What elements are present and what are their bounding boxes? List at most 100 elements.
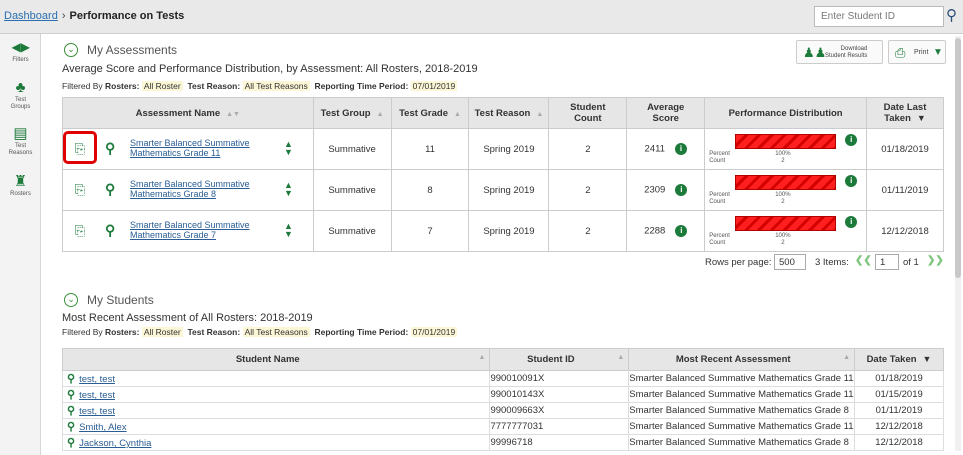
explore-magnifier-icon[interactable]: ⚲ xyxy=(67,405,75,417)
col-student-name[interactable]: Student Name ▲ xyxy=(61,348,491,371)
scrollbar-thumb[interactable] xyxy=(955,38,961,278)
test-grade-cell: 7 xyxy=(390,210,470,252)
date-cell: 01/15/2019 xyxy=(854,386,944,403)
explore-magnifier-icon[interactable]: ⚲ xyxy=(105,181,115,197)
info-icon[interactable]: i xyxy=(845,175,858,187)
info-icon[interactable]: i xyxy=(675,184,688,196)
vertical-scrollbar[interactable] xyxy=(955,36,961,451)
top-bar: Dashboard › Performance on Tests Enter Stu… xyxy=(0,0,963,34)
col-date-taken[interactable]: Date Taken ▼ xyxy=(854,348,944,371)
explore-magnifier-icon[interactable]: ⚲ xyxy=(67,437,75,449)
col-student-count[interactable]: Student Count xyxy=(548,97,628,129)
chevron-down-icon[interactable]: ⌄ xyxy=(64,293,78,307)
sort-icon: ▲▼ xyxy=(226,110,240,118)
table-row: ⚲ test, test 990010143X Smarter Balanced … xyxy=(61,386,944,403)
page-number-input[interactable]: 1 xyxy=(875,254,899,270)
performance-bar: i Percent Count 100% 2 xyxy=(705,170,866,210)
explore-magnifier-icon[interactable]: ⚲ xyxy=(67,373,75,385)
col-test-reason[interactable]: Test Reason ▲ xyxy=(468,97,550,129)
students-subtitle: Most Recent Assessment of All Rosters: 2… xyxy=(62,312,313,324)
info-icon[interactable]: i xyxy=(675,225,688,237)
rail-item-rosters[interactable]: ♜ Rosters xyxy=(0,174,41,198)
students-table: Student Name ▲ Student ID ▲ Most Recent As… xyxy=(61,348,944,451)
chevron-down-icon[interactable]: ⌄ xyxy=(64,43,78,57)
reorder-arrows-icon[interactable]: ▲ ▼ xyxy=(284,140,293,157)
student-count-cell: 2 xyxy=(548,210,628,252)
student-report-icon[interactable]: ⎘ xyxy=(72,181,88,198)
pd-labels: Percent Count xyxy=(709,151,730,164)
explore-magnifier-icon[interactable]: ⚲ xyxy=(105,222,115,238)
assessments-filter-line: Filtered By Rosters: All Roster Test Rea… xyxy=(62,81,458,91)
assessment-name-link[interactable]: Smarter Balanced Summative Mathematics Gr… xyxy=(130,138,250,158)
prev-page-icon[interactable]: ❮❮ xyxy=(855,255,872,266)
rows-per-page-input[interactable]: 500 xyxy=(774,254,806,270)
student-report-icon[interactable]: ⎘ xyxy=(72,140,88,157)
assessment-name-link[interactable]: Smarter Balanced Summative Mathematics Gr… xyxy=(130,220,250,240)
filter-reason-value: All Test Reasons xyxy=(242,327,310,337)
sort-icon: ▲ xyxy=(536,110,544,118)
table-row: ⎘ ⚲ Smarter Balanced Summative Mathematic… xyxy=(62,128,945,170)
rail-item-filters[interactable]: ◀▶ Filters xyxy=(0,40,41,64)
student-name-link[interactable]: test, test xyxy=(79,374,115,385)
test-grade-cell: 11 xyxy=(390,128,470,170)
student-name-link[interactable]: Smith, Alex xyxy=(79,422,127,433)
rail-label: Test Reasons xyxy=(8,143,33,156)
sort-icon: ▲ xyxy=(843,354,851,361)
assessment-name-link[interactable]: Smarter Balanced Summative Mathematics Gr… xyxy=(130,179,250,199)
explore-magnifier-icon[interactable]: ⚲ xyxy=(67,421,75,433)
filter-rosters-label: Rosters: xyxy=(105,327,140,337)
items-count: 3 Items: xyxy=(815,257,849,268)
rail-item-test-groups[interactable]: ♣ Test Groups xyxy=(0,80,41,111)
explore-magnifier-icon[interactable]: ⚲ xyxy=(67,389,75,401)
sort-icon: ▲ xyxy=(478,354,486,361)
filter-prefix: Filtered By xyxy=(62,81,103,91)
filter-period-value: 07/01/2019 xyxy=(410,327,458,337)
my-students-title: My Students xyxy=(87,293,154,307)
assessment-cell: Smarter Balanced Summative Mathematics G… xyxy=(628,434,856,451)
col-average-score[interactable]: Average Score xyxy=(626,97,706,129)
breadcrumb-separator: › xyxy=(61,10,66,22)
col-test-grade[interactable]: Test Grade ▲ xyxy=(390,97,470,129)
col-assessment-name[interactable]: Assessment Name ▲▼ xyxy=(62,97,314,129)
student-report-icon[interactable]: ⎘ xyxy=(72,222,88,239)
student-name-link[interactable]: test, test xyxy=(79,406,115,417)
reorder-arrows-icon[interactable]: ▲ ▼ xyxy=(284,222,293,239)
test-groups-icon: ♣ xyxy=(15,79,26,96)
col-student-id[interactable]: Student ID ▲ xyxy=(489,348,630,371)
table-row: ⎘ ⚲ Smarter Balanced Summative Mathematic… xyxy=(62,210,945,252)
sort-desc-icon: ▼ xyxy=(916,113,926,123)
search-icon[interactable]: ⚲ xyxy=(946,6,962,27)
student-id-cell: 990009663X xyxy=(489,402,630,419)
explore-magnifier-icon[interactable]: ⚲ xyxy=(105,140,115,156)
student-name-link[interactable]: test, test xyxy=(79,390,115,401)
assessments-table: Assessment Name ▲▼ Test Group ▲ Test Grade… xyxy=(62,97,945,252)
filter-rosters-value: All Roster xyxy=(141,327,183,337)
col-date-last-taken[interactable]: Date Last Taken ▼ xyxy=(865,97,945,129)
info-icon[interactable]: i xyxy=(845,216,858,228)
date-cell: 01/11/2019 xyxy=(865,169,945,211)
print-button[interactable]: ⎙ Print ▼ xyxy=(888,40,946,64)
student-id-cell: 99996718 xyxy=(489,434,630,451)
table-header-row: Student Name ▲ Student ID ▲ Most Recent As… xyxy=(61,348,944,371)
distribution-bar xyxy=(735,175,837,190)
info-icon[interactable]: i xyxy=(845,134,858,146)
download-student-results-button[interactable]: ♟♟ Download Student Results xyxy=(796,40,883,64)
filter-reason-label: Test Reason: xyxy=(187,81,241,91)
student-name-link[interactable]: Jackson, Cynthia xyxy=(79,438,151,449)
download-users-icon: ♟♟ xyxy=(803,45,827,60)
next-page-icon[interactable]: ❯❯ xyxy=(927,255,944,266)
student-id-search-input[interactable]: Enter Student ID xyxy=(814,6,944,27)
table-header-row: Assessment Name ▲▼ Test Group ▲ Test Grade… xyxy=(62,97,945,129)
col-test-group[interactable]: Test Group ▲ xyxy=(312,97,392,129)
breadcrumb-dashboard-link[interactable]: Dashboard xyxy=(4,10,58,22)
rail-item-test-reasons[interactable]: ▤ Test Reasons xyxy=(0,126,41,157)
table-row: ⚲ test, test 990009663X Smarter Balanced … xyxy=(61,402,944,419)
test-group-cell: Summative xyxy=(312,169,392,211)
reorder-arrows-icon[interactable]: ▲ ▼ xyxy=(284,181,293,198)
test-reasons-icon: ▤ xyxy=(13,125,28,142)
filter-period-label: Reporting Time Period: xyxy=(314,81,409,91)
table-row: ⚲ Jackson, Cynthia 99996718 Smarter Balan… xyxy=(61,434,944,451)
col-most-recent-assessment[interactable]: Most Recent Assessment ▲ xyxy=(628,348,856,371)
assessment-cell: Smarter Balanced Summative Mathematics G… xyxy=(628,402,856,419)
info-icon[interactable]: i xyxy=(674,143,687,155)
